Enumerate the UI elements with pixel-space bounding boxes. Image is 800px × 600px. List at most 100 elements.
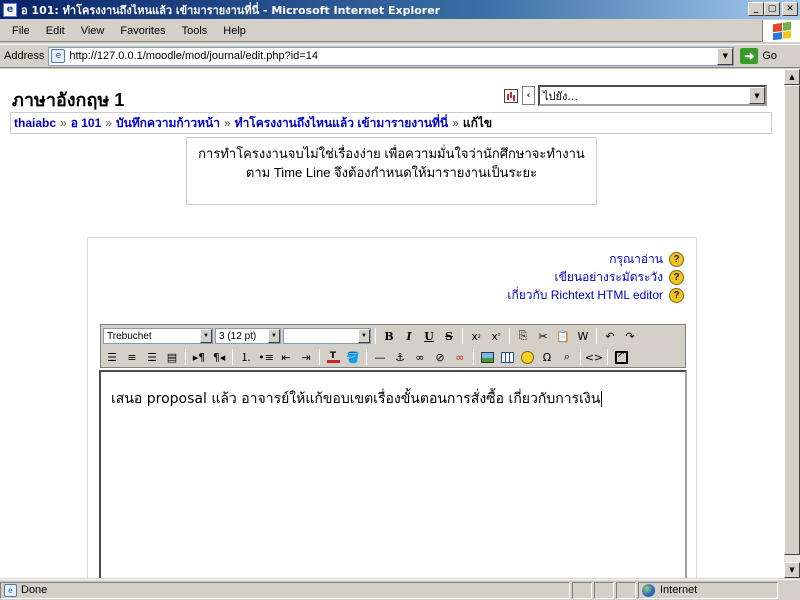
status-bar: e Done Internet [0,579,800,600]
restore-button[interactable]: ▢ [764,2,780,16]
window-controls: _ ▢ ✕ [748,2,798,16]
toolbar-separator [607,349,608,365]
address-dropdown-icon[interactable]: ▼ [717,47,734,65]
journal-entry-editor[interactable]: เสนอ proposal แล้ว อาจารย์ให้แก้ขอบเขตเร… [99,370,687,578]
chevron-down-icon[interactable]: ▼ [749,87,765,104]
breadcrumb: thaiabc » อ 101 » บันทึกความก้าวหน้า » ท… [10,112,772,134]
menu-help[interactable]: Help [215,23,254,39]
status-cell [594,581,614,599]
copy-icon[interactable]: ⎘ [514,327,532,345]
nolink-icon[interactable]: ∞ [451,348,469,366]
toolbar-separator [580,349,581,365]
address-input[interactable]: e http://127.0.0.1/moodle/mod/journal/ed… [48,46,735,66]
menu-edit[interactable]: Edit [38,23,73,39]
outdent-icon[interactable]: ⇤ [277,348,295,366]
scroll-down-icon[interactable]: ▼ [784,562,800,578]
breadcrumb-current: แก้ไข [462,115,493,130]
anchor-icon[interactable]: ⚓ [391,348,409,366]
breadcrumb-sep: » [60,116,67,130]
scroll-up-icon[interactable]: ▲ [784,69,800,85]
toolbar-separator [462,328,463,344]
search-replace-icon[interactable]: ⌕ [558,348,576,366]
unordered-list-icon[interactable]: •≡ [257,348,275,366]
page-icon: e [51,49,66,63]
help-icon[interactable]: ? [669,287,684,303]
paste-icon[interactable]: 📋 [554,327,572,345]
breadcrumb-journal[interactable]: ทำโครงงานถึงไหนแล้ว เข้ามารายงานที่นี่ [235,114,448,133]
help-icon[interactable]: ? [669,251,684,267]
chevron-down-icon: ▼ [200,329,212,343]
paste-word-icon[interactable]: W [574,327,592,345]
special-char-icon[interactable]: Ω [538,348,556,366]
bg-color-icon[interactable]: 🪣 [344,348,362,366]
insert-table-icon[interactable] [498,348,516,366]
text-caret [601,391,603,407]
indent-icon[interactable]: ⇥ [297,348,315,366]
menu-bar: File Edit View Favorites Tools Help [0,20,800,42]
breadcrumb-sep: » [452,116,459,130]
link-icon[interactable]: ∞ [411,348,429,366]
redo-icon[interactable]: ↷ [621,327,639,345]
chevron-down-icon: ▼ [358,329,370,343]
italic-icon[interactable]: I [400,327,418,345]
globe-icon [642,583,655,597]
toolbar-separator [375,328,376,344]
editor-panel: กรุณาอ่าน ? เขียนอย่างระมัดระวัง ? เกี่ย… [87,237,697,578]
superscript-icon[interactable]: x² [487,327,505,345]
font-family-value: Trebuchet [107,330,152,342]
align-right-icon[interactable]: ☰ [143,348,161,366]
ltr-icon[interactable]: ▸¶ [190,348,208,366]
align-left-icon[interactable]: ☰ [103,348,121,366]
help-link-write-carefully[interactable]: เขียนอย่างระมัดระวัง [555,268,663,287]
font-size-value: 3 (12 pt) [219,330,257,342]
report-icon[interactable] [504,89,518,103]
insert-image-icon[interactable] [478,348,496,366]
address-bar: Address e http://127.0.0.1/moodle/mod/jo… [0,44,800,68]
menu-view[interactable]: View [73,23,113,39]
rtl-icon[interactable]: ¶◂ [210,348,228,366]
address-label: Address [4,50,45,62]
breadcrumb-journals[interactable]: บันทึกความก้าวหน้า [116,114,220,133]
underline-icon[interactable]: U [420,327,438,345]
font-size-select[interactable]: 3 (12 pt) ▼ [215,328,281,344]
help-icon[interactable]: ? [669,269,684,285]
horizontal-rule-icon[interactable]: — [371,348,389,366]
nav-prev-button[interactable]: ‹ [522,86,535,105]
help-link-read[interactable]: กรุณาอ่าน [609,250,663,269]
ordered-list-icon[interactable]: ⒈ [237,348,255,366]
fullscreen-icon[interactable] [612,348,630,366]
text-color-icon[interactable]: T [324,348,342,366]
go-button[interactable]: ➜ Go [740,48,777,64]
close-button[interactable]: ✕ [782,2,798,16]
scroll-thumb[interactable] [784,85,800,555]
justify-icon[interactable]: ▤ [163,348,181,366]
status-zone: Internet [638,581,778,599]
breadcrumb-sep: » [105,116,112,130]
menu-file[interactable]: File [4,23,38,39]
vertical-scrollbar[interactable]: ▲ ▼ [784,69,800,578]
toolbar-separator [596,328,597,344]
menu-favorites[interactable]: Favorites [112,23,173,39]
jump-to-select[interactable]: ไปยัง... ▼ [538,85,767,106]
cut-icon[interactable]: ✂ [534,327,552,345]
breadcrumb-sep: » [223,116,231,130]
address-url[interactable]: http://127.0.0.1/moodle/mod/journal/edit… [69,50,318,62]
ie-icon: e [3,2,17,17]
strikethrough-icon[interactable]: S [440,327,458,345]
breadcrumb-course[interactable]: อ 101 [71,114,102,133]
subscript-icon[interactable]: x₂ [467,327,485,345]
breadcrumb-home[interactable]: thaiabc [14,116,56,130]
help-link-richtext[interactable]: เกี่ยวกับ Richtext HTML editor [507,286,663,305]
menu-tools[interactable]: Tools [174,23,216,39]
style-select[interactable]: ▼ [283,328,371,344]
toolbar-separator [473,349,474,365]
bold-icon[interactable]: B [380,327,398,345]
undo-icon[interactable]: ↶ [601,327,619,345]
align-center-icon[interactable]: ≡ [123,348,141,366]
unlink-icon[interactable]: ⊘ [431,348,449,366]
minimize-button[interactable]: _ [748,2,764,16]
html-source-icon[interactable]: <> [585,348,603,366]
toolbar-separator [232,349,233,365]
smiley-icon[interactable] [518,348,536,366]
font-family-select[interactable]: Trebuchet ▼ [103,328,213,344]
